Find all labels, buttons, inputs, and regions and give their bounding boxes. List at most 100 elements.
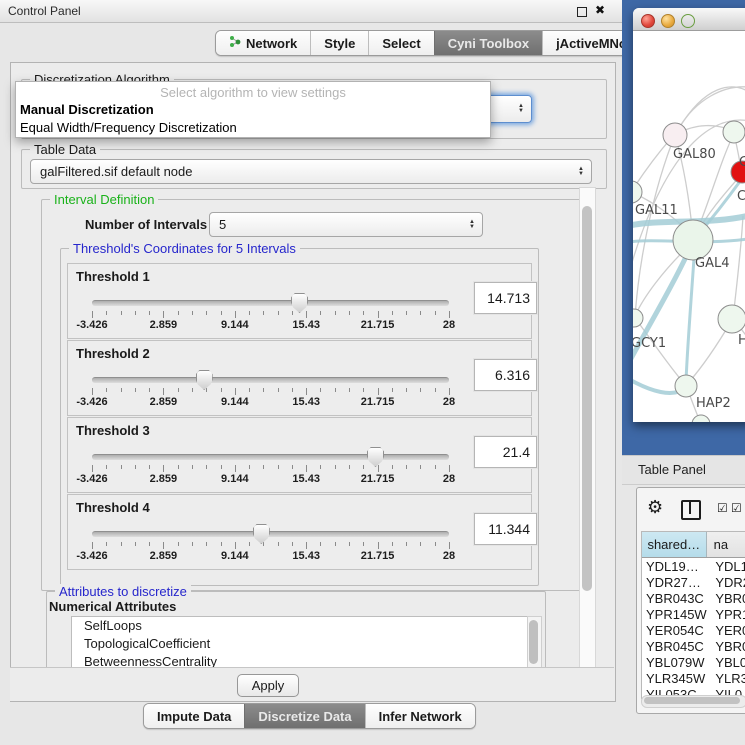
cell-name: YBL0 — [709, 655, 745, 670]
thresholds-container: Threshold 1-3.4262.8599.14415.4321.71528… — [67, 263, 532, 571]
slider-scale-label: 9.144 — [221, 473, 249, 485]
slider-handle[interactable] — [291, 293, 308, 313]
network-node[interactable] — [692, 415, 710, 422]
slider-tick — [163, 465, 164, 472]
slider-tick — [349, 542, 350, 546]
slider-tick — [392, 465, 393, 469]
slider-tick — [292, 542, 293, 546]
table-row[interactable]: YBR045CYBR0 — [642, 638, 745, 654]
tab-select[interactable]: Select — [368, 31, 433, 55]
threshold-value-field[interactable]: 14.713 — [474, 282, 537, 314]
tab-network[interactable]: Network — [216, 31, 310, 55]
table-row[interactable]: YBL079WYBL0 — [642, 654, 745, 670]
network-node[interactable] — [663, 123, 687, 147]
algorithm-option-manual-discretization[interactable]: Manual Discretization — [16, 101, 490, 119]
columns-icon[interactable] — [681, 500, 701, 520]
slider-scale-label: -3.426 — [76, 550, 107, 562]
attributes-list-scrollbar[interactable] — [527, 616, 542, 670]
select-all-checkbox-icon[interactable]: ☑ — [717, 501, 728, 515]
minimize-traffic-light-icon[interactable] — [661, 14, 675, 28]
table-horizontal-scrollbar[interactable] — [641, 695, 745, 708]
slider-track[interactable] — [92, 300, 449, 306]
slider-tick — [335, 388, 336, 392]
table-row[interactable]: YER054CYER0 — [642, 622, 745, 638]
network-node-label: GA — [739, 155, 745, 170]
algorithm-popup-prompt: Select algorithm to view settings — [16, 82, 490, 101]
algorithm-option-equal-width-frequency-discretization[interactable]: Equal Width/Frequency Discretization — [16, 119, 490, 137]
slider-tick — [135, 465, 136, 469]
apply-button[interactable]: Apply — [237, 674, 299, 697]
network-node[interactable] — [723, 121, 745, 143]
threshold-value-field[interactable]: 21.4 — [474, 436, 537, 468]
scrollbar-thumb[interactable] — [644, 697, 740, 704]
cell-shared-name: YDL19… — [642, 559, 709, 574]
bottom-tab-label: Infer Network — [379, 709, 462, 724]
close-traffic-light-icon[interactable] — [641, 14, 655, 28]
slider-tick — [221, 388, 222, 392]
close-icon[interactable]: ✖ — [595, 3, 605, 17]
slider-tick — [392, 388, 393, 392]
combo-stepper-icon: ▲▼ — [578, 167, 584, 177]
number-of-intervals-combobox[interactable]: 5 ▲▼ — [209, 212, 483, 237]
table-row[interactable]: YBR043CYBR0 — [642, 590, 745, 606]
slider-tick — [121, 388, 122, 392]
float-window-icon[interactable] — [577, 7, 587, 17]
numerical-attributes-list[interactable]: SelfLoopsTopologicalCoefficientBetweenne… — [71, 616, 528, 670]
slider-tick — [106, 542, 107, 546]
column-header-shared-name[interactable]: shared… — [642, 532, 707, 557]
bottom-tab-infer-network[interactable]: Infer Network — [365, 704, 475, 728]
slider-tick — [235, 311, 236, 318]
slider-tick — [221, 542, 222, 546]
slider-handle[interactable] — [253, 524, 270, 544]
slider-tick — [178, 388, 179, 392]
content-scrollbar[interactable] — [579, 187, 596, 669]
attribute-item-topologicalcoefficient[interactable]: TopologicalCoefficient — [72, 635, 527, 653]
interval-definition-group: Interval Definition Number of Intervals … — [41, 199, 589, 591]
table-rows: YDL19…YDL1YDR27…YDR2YBR043CYBR0YPR145WYP… — [642, 558, 745, 699]
slider-track[interactable] — [92, 454, 449, 460]
table-row[interactable]: YDL19…YDL1 — [642, 558, 745, 574]
table-row[interactable]: YLR345WYLR3 — [642, 670, 745, 686]
network-node[interactable] — [633, 181, 642, 203]
slider-track[interactable] — [92, 531, 449, 537]
apply-strip: Apply — [10, 667, 614, 701]
cell-name: YBR0 — [709, 591, 745, 606]
slider-tick — [420, 542, 421, 546]
gear-icon[interactable]: ⚙ — [647, 497, 663, 518]
bottom-tab-discretize-data[interactable]: Discretize Data — [244, 704, 364, 728]
slider-scale-label: 28 — [443, 550, 455, 562]
slider-handle[interactable] — [367, 447, 384, 467]
network-edge-highlighted — [686, 244, 695, 382]
tab-cyni-toolbox[interactable]: Cyni Toolbox — [434, 31, 542, 55]
table-data-combobox[interactable]: galFiltered.sif default node ▲▼ — [30, 159, 592, 184]
threshold-value-field[interactable]: 11.344 — [474, 513, 537, 545]
slider-tick — [306, 542, 307, 549]
scrollbar-thumb[interactable] — [529, 620, 538, 664]
select-none-checkbox-icon[interactable]: ☑ — [731, 501, 742, 515]
slider-tick — [235, 542, 236, 549]
threshold-value-field[interactable]: 6.316 — [474, 359, 537, 391]
slider-tick — [349, 388, 350, 392]
network-canvas[interactable]: GAL80GAGAL11CGAL4GCY1HHAP2 — [633, 30, 745, 422]
scrollbar-thumb[interactable] — [582, 206, 592, 591]
slider-track[interactable] — [92, 377, 449, 383]
table-row[interactable]: YDR27…YDR2 — [642, 574, 745, 590]
network-node[interactable] — [675, 375, 697, 397]
table-row[interactable]: YPR145WYPR1 — [642, 606, 745, 622]
slider-handle[interactable] — [196, 370, 213, 390]
attribute-item-selfloops[interactable]: SelfLoops — [72, 617, 527, 635]
slider-scale-label: 9.144 — [221, 319, 249, 331]
cyni-toolbox-content: Discretization Algorithm ▲▼ Table Data g… — [10, 62, 616, 702]
column-header-name[interactable]: na — [707, 532, 745, 557]
bottom-tab-impute-data[interactable]: Impute Data — [144, 704, 244, 728]
slider-scale-label: 9.144 — [221, 550, 249, 562]
tab-style[interactable]: Style — [310, 31, 368, 55]
combo-stepper-icon: ▲▼ — [518, 104, 524, 114]
network-node[interactable] — [673, 220, 713, 260]
zoom-traffic-light-icon[interactable] — [681, 14, 695, 28]
network-node[interactable] — [718, 305, 745, 333]
node-table[interactable]: shared… na YDL19…YDL1YDR27…YDR2YBR043CYB… — [641, 531, 745, 699]
network-node[interactable] — [633, 309, 643, 327]
slider-tick — [406, 388, 407, 392]
slider-scale-label: 21.715 — [361, 319, 395, 331]
